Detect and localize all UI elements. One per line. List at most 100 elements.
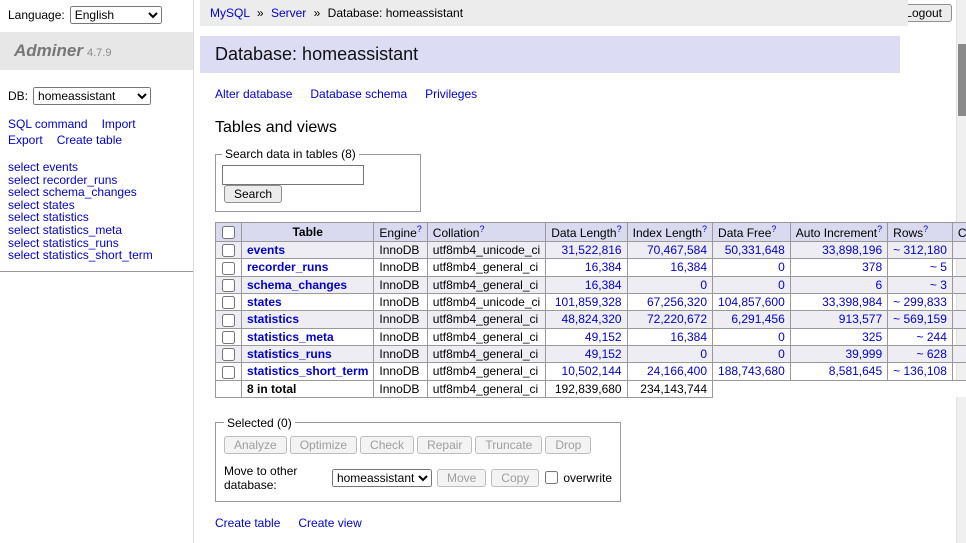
truncate-button[interactable]: Truncate <box>475 436 542 454</box>
table-name-link-recorder_runs[interactable]: recorder_runs <box>247 260 328 274</box>
index-length-link[interactable]: 67,256,320 <box>647 295 707 309</box>
auto-increment-link[interactable]: 378 <box>862 260 882 274</box>
index-length-link[interactable]: 72,220,672 <box>647 312 707 326</box>
help-link[interactable]: ? <box>923 224 928 234</box>
table-link-statistics_short_term[interactable]: statistics_short_term <box>43 248 153 262</box>
data-free-link[interactable]: 6,291,456 <box>731 312 784 326</box>
data-free-link[interactable]: 0 <box>778 260 785 274</box>
copy-button[interactable]: Copy <box>491 469 539 487</box>
data-length-link[interactable]: 16,384 <box>585 278 622 292</box>
index-length-link[interactable]: 16,384 <box>670 260 707 274</box>
breadcrumb-server-link[interactable]: Server <box>271 6 306 20</box>
data-length-link[interactable]: 48,824,320 <box>562 312 622 326</box>
table-name-link-statistics_short_term[interactable]: statistics_short_term <box>247 364 368 378</box>
select-link-statistics_short_term[interactable]: select <box>8 248 39 262</box>
rows-link[interactable]: ~ 569,159 <box>893 312 947 326</box>
select-all-checkbox[interactable] <box>222 226 235 239</box>
table-name-link-statistics[interactable]: statistics <box>247 312 299 326</box>
data-free-link[interactable]: 0 <box>778 347 785 361</box>
language-select[interactable]: English <box>70 6 162 24</box>
link-database-schema[interactable]: Database schema <box>310 87 407 101</box>
table-name-link-states[interactable]: states <box>247 295 282 309</box>
optimize-button[interactable]: Optimize <box>290 436 357 454</box>
link-create-view[interactable]: Create view <box>298 516 361 530</box>
row-checkbox-statistics_runs[interactable] <box>222 348 235 361</box>
auto-increment-link[interactable]: 8,581,645 <box>829 364 882 378</box>
repair-button[interactable]: Repair <box>417 436 472 454</box>
auto-increment-link[interactable]: 33,898,196 <box>822 243 882 257</box>
rows-link[interactable]: ~ 5 <box>930 260 947 274</box>
rows-link[interactable]: ~ 628 <box>917 347 947 361</box>
rows-link[interactable]: ~ 312,180 <box>893 243 947 257</box>
index-length-link[interactable]: 0 <box>700 347 707 361</box>
help-link[interactable]: ? <box>479 224 484 234</box>
db-select[interactable]: homeassistant <box>33 87 151 105</box>
overwrite-checkbox[interactable] <box>545 471 558 484</box>
auto-increment-link[interactable]: 325 <box>862 330 882 344</box>
collation-cell: utf8mb4_general_ci <box>427 328 545 345</box>
table-name-link-schema_changes[interactable]: schema_changes <box>247 278 347 292</box>
auto-increment-link[interactable]: 913,577 <box>839 312 882 326</box>
help-link[interactable]: ? <box>617 224 622 234</box>
search-input[interactable] <box>222 165 364 185</box>
link-alter-database[interactable]: Alter database <box>215 87 292 101</box>
row-checkbox-statistics_meta[interactable] <box>222 331 235 344</box>
selected-fieldset: Selected (0) AnalyzeOptimizeCheckRepairT… <box>215 416 621 502</box>
auto-increment-link[interactable]: 6 <box>875 278 882 292</box>
data-length-link[interactable]: 49,152 <box>585 347 622 361</box>
table-name-link-statistics_meta[interactable]: statistics_meta <box>247 330 334 344</box>
data-free-link[interactable]: 50,331,648 <box>725 243 785 257</box>
help-link[interactable]: ? <box>417 224 422 234</box>
scrollbar-thumb[interactable] <box>958 44 966 116</box>
link-privileges[interactable]: Privileges <box>425 87 477 101</box>
totals-engine: InnoDB <box>374 380 427 397</box>
data-free-link[interactable]: 188,743,680 <box>718 364 785 378</box>
table-name-link-statistics_runs[interactable]: statistics_runs <box>247 347 332 361</box>
search-button[interactable]: Search <box>224 185 282 203</box>
data-free-link[interactable]: 0 <box>778 278 785 292</box>
check-button[interactable]: Check <box>360 436 414 454</box>
index-length-link[interactable]: 70,467,584 <box>647 243 707 257</box>
data-free-link-cell: 0 <box>713 259 791 276</box>
rows-link[interactable]: ~ 3 <box>930 278 947 292</box>
drop-button[interactable]: Drop <box>545 436 591 454</box>
auto-increment-link[interactable]: 33,398,984 <box>822 295 882 309</box>
table-row: schema_changesInnoDButf8mb4_general_ci16… <box>216 276 966 293</box>
auto-increment-link[interactable]: 39,999 <box>845 347 882 361</box>
comment-cell <box>952 242 966 259</box>
help-link[interactable]: ? <box>702 224 707 234</box>
index-length-link[interactable]: 16,384 <box>670 330 707 344</box>
data-free-link[interactable]: 104,857,600 <box>718 295 785 309</box>
row-checkbox-schema_changes[interactable] <box>222 279 235 292</box>
row-checkbox-events[interactable] <box>222 244 235 257</box>
sidebar-link-import[interactable]: Import <box>102 117 136 131</box>
data-length-link[interactable]: 101,859,328 <box>555 295 622 309</box>
move-button[interactable]: Move <box>437 469 486 487</box>
data-length-link[interactable]: 10,502,144 <box>562 364 622 378</box>
index-length-link[interactable]: 0 <box>700 278 707 292</box>
row-checkbox-statistics[interactable] <box>222 314 235 327</box>
index-length-link[interactable]: 24,166,400 <box>647 364 707 378</box>
data-free-link[interactable]: 0 <box>778 330 785 344</box>
rows-link[interactable]: ~ 244 <box>917 330 947 344</box>
row-checkbox-statistics_short_term[interactable] <box>222 366 235 379</box>
rows-link[interactable]: ~ 299,833 <box>893 295 947 309</box>
table-name-link-events[interactable]: events <box>247 243 285 257</box>
sidebar-link-export[interactable]: Export <box>8 133 43 147</box>
data-length-link[interactable]: 16,384 <box>585 260 622 274</box>
rows-link[interactable]: ~ 136,108 <box>893 364 947 378</box>
row-checkbox-states[interactable] <box>222 296 235 309</box>
auto-increment-link-cell: 39,999 <box>790 345 887 362</box>
analyze-button[interactable]: Analyze <box>224 436 287 454</box>
row-checkbox-recorder_runs[interactable] <box>222 262 235 275</box>
sidebar-link-sql-command[interactable]: SQL command <box>8 117 88 131</box>
data-length-link[interactable]: 49,152 <box>585 330 622 344</box>
link-create-table[interactable]: Create table <box>215 516 280 530</box>
sidebar-link-create-table[interactable]: Create table <box>57 133 122 147</box>
help-link[interactable]: ? <box>877 224 882 234</box>
data-length-link[interactable]: 31,522,816 <box>562 243 622 257</box>
help-link[interactable]: ? <box>771 224 776 234</box>
breadcrumb-mysql-link[interactable]: MySQL <box>210 6 250 20</box>
move-db-select[interactable]: homeassistant <box>332 469 432 487</box>
table-name-cell: statistics <box>242 311 374 328</box>
